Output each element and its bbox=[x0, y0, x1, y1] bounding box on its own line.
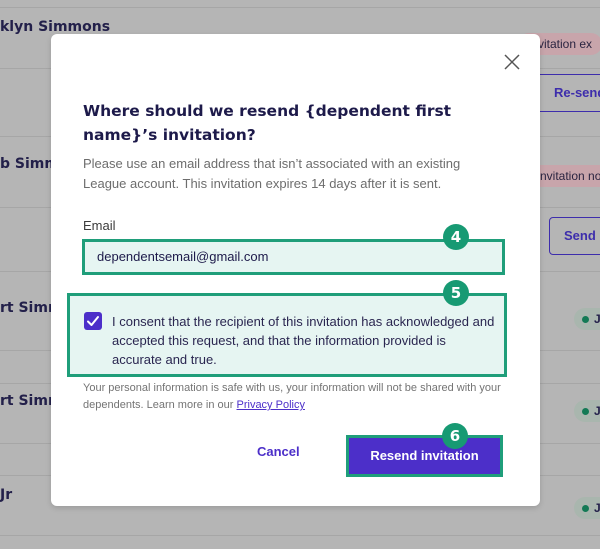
consent-checkbox[interactable] bbox=[84, 312, 102, 330]
email-input[interactable]: dependentsemail@gmail.com bbox=[82, 239, 505, 275]
privacy-policy-link[interactable]: Privacy Policy bbox=[237, 399, 305, 411]
step-badge-6: 6 bbox=[442, 423, 468, 449]
close-icon bbox=[504, 54, 520, 70]
status-badge: Jo bbox=[574, 497, 600, 519]
resend-button-highlight: Resend invitation bbox=[346, 435, 503, 477]
send-row-button[interactable]: Send bbox=[549, 217, 600, 255]
step-badge-5: 5 bbox=[443, 280, 469, 306]
status-badge: Jo bbox=[574, 308, 600, 330]
dependent-name: Jr bbox=[0, 487, 13, 503]
consent-text: I consent that the recipient of this inv… bbox=[112, 314, 495, 367]
status-dot-icon bbox=[582, 316, 589, 324]
close-button[interactable] bbox=[502, 52, 522, 72]
cancel-button[interactable]: Cancel bbox=[257, 444, 300, 459]
privacy-note: Your personal information is safe with u… bbox=[83, 382, 501, 411]
checkmark-icon bbox=[87, 316, 99, 326]
consent-area: I consent that the recipient of this inv… bbox=[67, 293, 507, 377]
modal-description: Please use an email address that isn’t a… bbox=[83, 156, 461, 191]
step-badge-4: 4 bbox=[443, 224, 469, 250]
status-dot-icon bbox=[582, 505, 589, 513]
resend-invitation-modal: Where should we resend {dependent first … bbox=[51, 34, 540, 506]
status-dot-icon bbox=[582, 408, 589, 416]
dependent-name: klyn Simmons bbox=[0, 19, 111, 35]
status-badge: nvitation no bbox=[530, 165, 600, 187]
resend-row-button[interactable]: Re-send bbox=[540, 74, 600, 112]
status-badge: Jo bbox=[574, 400, 600, 422]
modal-title: Where should we resend {dependent first … bbox=[83, 102, 452, 144]
email-label: Email bbox=[83, 218, 116, 233]
resend-invitation-button[interactable]: Resend invitation bbox=[349, 438, 500, 474]
